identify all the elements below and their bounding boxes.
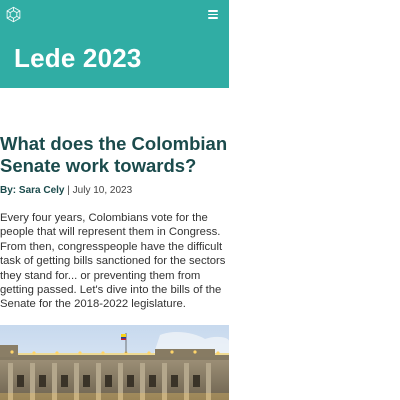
capitol-photo <box>0 325 229 400</box>
author-link[interactable]: Sara Cely <box>19 185 65 196</box>
byline-label: By: <box>0 185 17 196</box>
article-title: What does the Colombian Senate work towa… <box>0 133 228 176</box>
menu-bar <box>208 13 218 15</box>
byline: By: Sara Cely | July 10, 2023 <box>0 184 132 197</box>
page: Lede 2023 What does the Colombian Senate… <box>0 0 229 400</box>
hamburger-menu-icon[interactable] <box>208 9 220 19</box>
article-intro: Every four years, Colombians vote for th… <box>0 212 226 311</box>
site-title: Lede 2023 <box>14 43 142 73</box>
hexagon-molecule-icon[interactable] <box>5 6 22 23</box>
menu-bar <box>208 10 218 12</box>
article-date: July 10, 2023 <box>72 185 133 196</box>
menu-bar <box>208 17 218 19</box>
hero-banner: Lede 2023 <box>0 0 229 88</box>
byline-separator: | <box>67 185 70 196</box>
